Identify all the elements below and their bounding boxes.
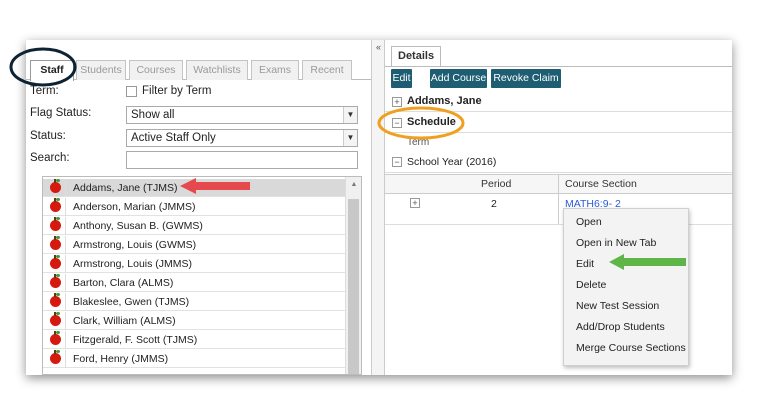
apple-icon: [50, 350, 61, 364]
apple-icon: [50, 312, 61, 326]
apple-icon: [50, 217, 61, 231]
staff-name: Addams, Jane (TJMS): [65, 179, 346, 197]
status-select[interactable]: Active Staff Only ▼: [126, 129, 358, 147]
filter-by-term-label: Filter by Term: [142, 85, 212, 97]
menu-item-open[interactable]: Open: [564, 212, 688, 233]
list-item[interactable]: Blakeslee, Gwen (TJMS): [43, 293, 346, 311]
flag-status-value: Show all: [131, 109, 175, 121]
scroll-thumb[interactable]: [348, 199, 359, 374]
list-item[interactable]: Fitzgerald, F. Scott (TJMS): [43, 331, 346, 349]
chevron-down-icon: ▼: [343, 107, 357, 123]
apple-icon: [50, 198, 61, 212]
list-item[interactable]: Clark, William (ALMS): [43, 312, 346, 330]
tab-divider: [385, 66, 732, 67]
expand-icon[interactable]: +: [392, 97, 402, 107]
period-cell: 2: [491, 198, 497, 210]
search-input[interactable]: [126, 151, 358, 169]
staff-name: Anderson, Marian (JMMS): [65, 198, 346, 216]
apple-icon: [50, 236, 61, 250]
staff-list: Addams, Jane (TJMS) Anderson, Marian (JM…: [42, 176, 362, 375]
collapse-icon[interactable]: −: [392, 118, 402, 128]
left-tab-bar: Staff Students Courses Watchlists Exams …: [26, 60, 371, 81]
staff-name: Blakeslee, Gwen (TJMS): [65, 293, 346, 311]
apple-icon: [50, 293, 61, 307]
tab-details[interactable]: Details: [391, 46, 441, 66]
school-year-row[interactable]: − School Year (2016): [385, 152, 732, 173]
list-item[interactable]: Anderson, Marian (JMMS): [43, 198, 346, 216]
list-scrollbar[interactable]: ▲: [345, 177, 361, 374]
tab-exams[interactable]: Exams: [251, 60, 299, 80]
app-window: Staff Students Courses Watchlists Exams …: [26, 40, 732, 375]
add-course-button[interactable]: Add Course: [430, 69, 487, 88]
status-label: Status:: [30, 130, 66, 142]
list-item[interactable]: Armstrong, Louis (JMMS): [43, 255, 346, 273]
person-section-title: Addams, Jane: [407, 95, 482, 107]
list-item[interactable]: Ford, Henry (JMMS): [43, 350, 346, 368]
period-header: Period: [481, 178, 512, 190]
panel-splitter[interactable]: «: [371, 40, 385, 375]
schedule-section-title: Schedule: [407, 116, 456, 128]
list-item[interactable]: Anthony, Susan B. (GWMS): [43, 217, 346, 235]
apple-icon: [50, 179, 61, 193]
apple-icon: [50, 331, 61, 345]
search-label: Search:: [30, 152, 70, 164]
chevron-down-icon: ▼: [343, 130, 357, 146]
apple-icon: [50, 255, 61, 269]
right-panel: Details Edit Add Course Revoke Claim + A…: [385, 40, 732, 375]
tab-watchlists[interactable]: Watchlists: [186, 60, 248, 80]
menu-item-open-new-tab[interactable]: Open in New Tab: [564, 233, 688, 254]
list-item[interactable]: Barton, Clara (ALMS): [43, 274, 346, 292]
filter-by-term-checkbox[interactable]: [126, 86, 137, 97]
staff-name: Ford, Henry (JMMS): [65, 350, 346, 368]
tab-staff[interactable]: Staff: [30, 60, 74, 81]
collapse-icon[interactable]: −: [392, 157, 402, 167]
menu-item-merge-course-sections[interactable]: Merge Course Sections: [564, 338, 688, 359]
menu-item-add-drop-students[interactable]: Add/Drop Students: [564, 317, 688, 338]
schedule-section-row[interactable]: − Schedule: [385, 113, 732, 133]
context-menu: Open Open in New Tab Edit Delete New Tes…: [563, 208, 689, 366]
course-section-header: Course Section: [565, 178, 637, 190]
collapse-left-icon[interactable]: «: [373, 42, 384, 53]
left-panel: Staff Students Courses Watchlists Exams …: [26, 40, 371, 375]
term-column-header: Term: [407, 137, 430, 148]
term-label: Term:: [30, 85, 59, 97]
flag-status-select[interactable]: Show all ▼: [126, 106, 358, 124]
menu-item-new-test-session[interactable]: New Test Session: [564, 296, 688, 317]
menu-item-edit[interactable]: Edit: [564, 254, 688, 275]
tab-recent[interactable]: Recent: [302, 60, 352, 80]
menu-item-delete[interactable]: Delete: [564, 275, 688, 296]
tab-students[interactable]: Students: [76, 60, 126, 80]
list-item[interactable]: Addams, Jane (TJMS): [43, 179, 346, 197]
scroll-up-icon[interactable]: ▲: [346, 181, 362, 188]
staff-name: Barton, Clara (ALMS): [65, 274, 346, 292]
status-value: Active Staff Only: [131, 132, 216, 144]
tab-courses[interactable]: Courses: [129, 60, 183, 80]
staff-name: Clark, William (ALMS): [65, 312, 346, 330]
apple-icon: [50, 274, 61, 288]
person-section-row[interactable]: + Addams, Jane: [385, 92, 732, 112]
edit-button[interactable]: Edit: [391, 69, 412, 88]
revoke-claim-button[interactable]: Revoke Claim: [491, 69, 561, 88]
expand-icon[interactable]: +: [410, 198, 420, 208]
staff-name: Anthony, Susan B. (GWMS): [65, 217, 346, 235]
staff-name: Fitzgerald, F. Scott (TJMS): [65, 331, 346, 349]
staff-name: Armstrong, Louis (JMMS): [65, 255, 346, 273]
staff-name: Armstrong, Louis (GWMS): [65, 236, 346, 254]
flag-status-label: Flag Status:: [30, 107, 92, 119]
list-item[interactable]: Armstrong, Louis (GWMS): [43, 236, 346, 254]
school-year-label: School Year (2016): [407, 156, 497, 168]
